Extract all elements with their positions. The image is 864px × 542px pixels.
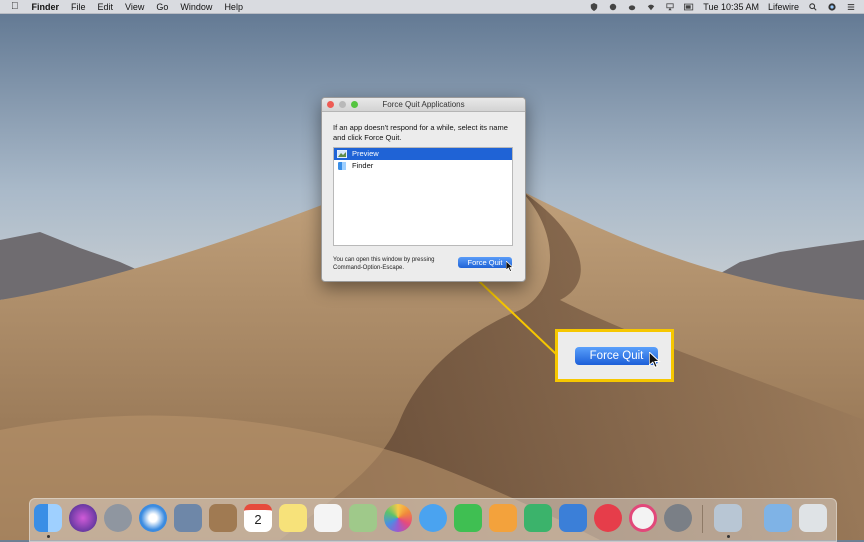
trash-icon[interactable] xyxy=(799,504,827,532)
news-icon[interactable] xyxy=(594,504,622,532)
app-name: Preview xyxy=(352,149,379,158)
running-indicator xyxy=(47,535,50,538)
menu-view[interactable]: View xyxy=(125,2,144,12)
instructions-text: If an app doesn't respond for a while, s… xyxy=(333,123,508,142)
force-quit-button-zoomed[interactable]: Force Quit xyxy=(575,347,658,365)
user-name[interactable]: Lifewire xyxy=(768,2,799,12)
app-row-preview[interactable]: Preview xyxy=(334,148,512,160)
menu-window[interactable]: Window xyxy=(180,2,212,12)
mail-icon[interactable] xyxy=(174,504,202,532)
siri-icon[interactable] xyxy=(827,2,837,11)
menu-bar:  Finder File Edit View Go Window Help T… xyxy=(0,0,864,14)
finder-icon xyxy=(338,162,346,170)
menu-help[interactable]: Help xyxy=(224,2,243,12)
zoom-callout: Force Quit xyxy=(555,329,674,382)
siri-icon[interactable] xyxy=(69,504,97,532)
notification-center-icon[interactable] xyxy=(846,3,856,11)
shortcut-hint: You can open this window by pressing Com… xyxy=(333,257,435,271)
contacts-icon[interactable] xyxy=(209,504,237,532)
status-area: Tue 10:35 AM Lifewire xyxy=(589,0,856,13)
force-quit-button[interactable]: Force Quit xyxy=(458,257,512,268)
shield-icon[interactable] xyxy=(589,2,599,11)
spotlight-icon[interactable] xyxy=(808,2,818,11)
cloud-icon[interactable] xyxy=(627,3,637,11)
system-preferences-icon[interactable] xyxy=(664,504,692,532)
window-titlebar[interactable]: Force Quit Applications xyxy=(322,98,525,112)
app-row-finder[interactable]: Finder xyxy=(334,160,512,172)
menu-go[interactable]: Go xyxy=(156,2,168,12)
facetime-icon[interactable] xyxy=(454,504,482,532)
dock-divider xyxy=(702,505,703,533)
app-menu[interactable]: Finder xyxy=(32,2,60,12)
mouse-cursor-icon xyxy=(649,352,661,368)
airplay-icon[interactable] xyxy=(665,2,675,11)
finder-icon[interactable] xyxy=(34,504,62,532)
app-list: Preview Finder xyxy=(333,147,513,246)
mouse-cursor-icon xyxy=(506,261,514,272)
pages-icon[interactable] xyxy=(489,504,517,532)
photos-icon[interactable] xyxy=(384,504,412,532)
reminders-icon[interactable] xyxy=(314,504,342,532)
close-window-icon[interactable] xyxy=(327,101,334,108)
messages-icon[interactable] xyxy=(419,504,447,532)
itunes-icon[interactable] xyxy=(629,504,657,532)
zoom-window-icon[interactable] xyxy=(351,101,358,108)
app-name: Finder xyxy=(352,161,374,170)
minimize-window-icon[interactable] xyxy=(339,101,346,108)
window-title: Force Quit Applications xyxy=(382,100,465,109)
dock: 2 xyxy=(29,498,837,542)
menu-edit[interactable]: Edit xyxy=(98,2,114,12)
apple-menu-icon[interactable]:  xyxy=(11,1,19,12)
preview-icon xyxy=(337,150,347,158)
running-indicator xyxy=(727,535,730,538)
launchpad-icon[interactable] xyxy=(104,504,132,532)
maps-icon[interactable] xyxy=(349,504,377,532)
menu-file[interactable]: File xyxy=(71,2,86,12)
circle-icon[interactable] xyxy=(608,3,618,11)
calendar-icon[interactable]: 2 xyxy=(244,504,272,532)
force-quit-window: Force Quit Applications If an app doesn'… xyxy=(321,97,526,282)
notes-icon[interactable] xyxy=(279,504,307,532)
keynote-icon[interactable] xyxy=(559,504,587,532)
numbers-icon[interactable] xyxy=(524,504,552,532)
preview-icon[interactable] xyxy=(714,504,742,532)
safari-icon[interactable] xyxy=(139,504,167,532)
wifi-icon[interactable] xyxy=(646,3,656,11)
battery-icon[interactable] xyxy=(684,3,694,11)
downloads-icon[interactable] xyxy=(764,504,792,532)
clock[interactable]: Tue 10:35 AM xyxy=(703,2,759,12)
